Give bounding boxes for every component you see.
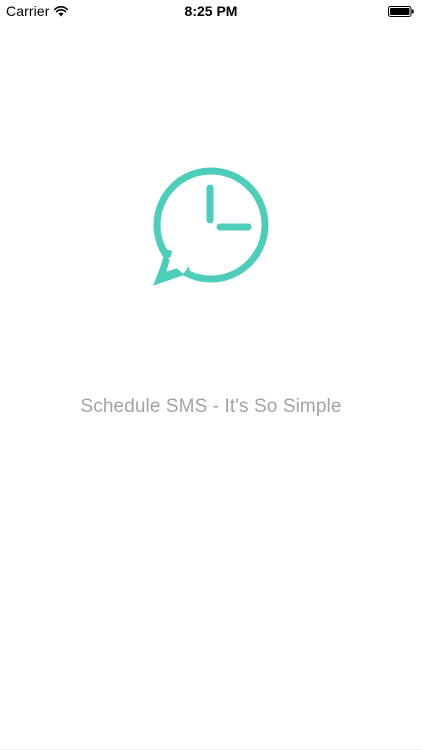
battery-icon [388, 6, 414, 17]
app-tagline: Schedule SMS - It's So Simple [80, 396, 342, 417]
status-time: 8:25 PM [184, 3, 238, 19]
status-bar: Carrier 8:25 PM [0, 0, 422, 22]
speech-bubble-clock-icon [152, 167, 269, 286]
